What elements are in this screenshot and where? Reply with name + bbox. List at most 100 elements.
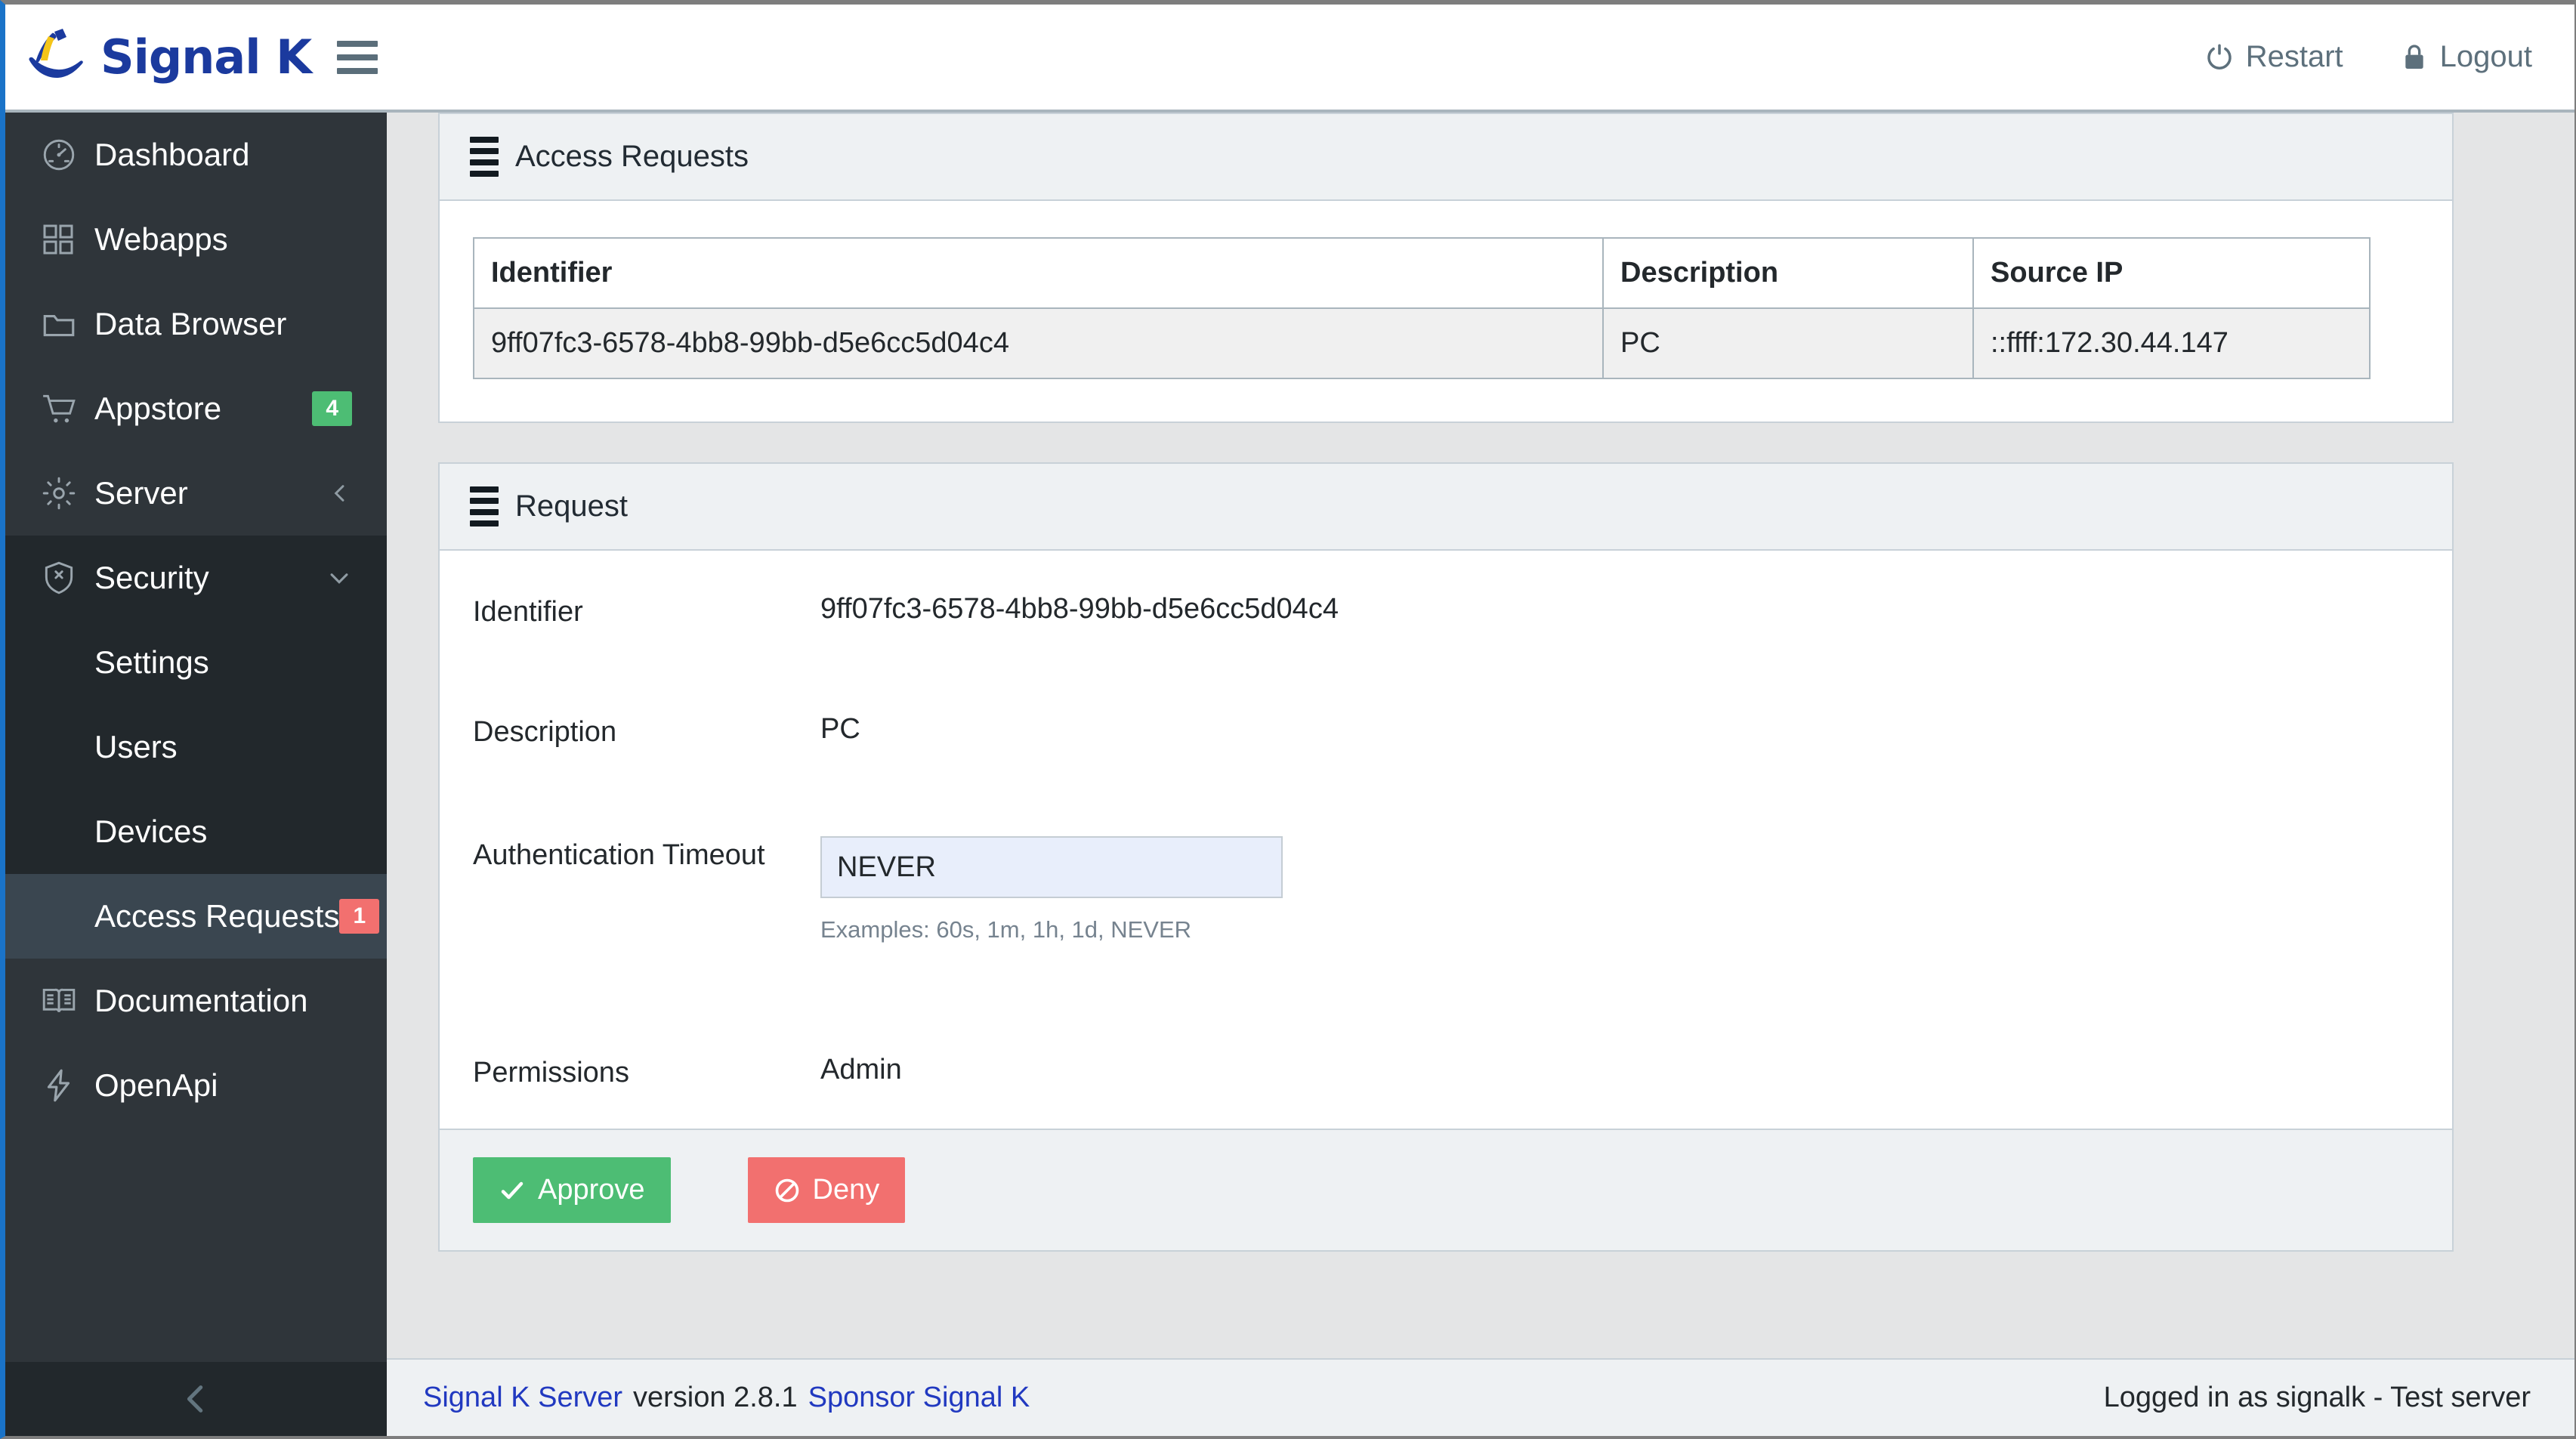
main-area: Access Requests Identifier Description S… xyxy=(387,113,2574,1436)
field-permissions-label: Permissions xyxy=(473,1057,629,1089)
footer-version: version 2.8.1 xyxy=(633,1382,798,1413)
sidebar-item-label: Dashboard xyxy=(94,137,250,172)
sidebar-item-settings[interactable]: Settings xyxy=(5,620,387,705)
sidebar-item-label: Appstore xyxy=(94,391,222,426)
timeout-help-text: Examples: 60s, 1m, 1h, 1d, NEVER xyxy=(820,916,1192,943)
sidebar-item-users[interactable]: Users xyxy=(5,705,387,789)
restart-label: Restart xyxy=(2245,40,2343,73)
power-circle-icon xyxy=(2204,42,2235,73)
sidebar-item-label: Server xyxy=(94,475,188,511)
request-card-title: Request xyxy=(515,489,628,523)
cell-identifier: 9ff07fc3-6578-4bb8-99bb-d5e6cc5d04c4 xyxy=(473,307,1604,379)
book-icon xyxy=(40,982,87,1020)
table-row[interactable]: 9ff07fc3-6578-4bb8-99bb-d5e6cc5d04c4 PC … xyxy=(473,307,2371,379)
lock-icon xyxy=(2399,42,2429,73)
access-requests-card: Access Requests Identifier Description S… xyxy=(438,113,2454,423)
check-icon xyxy=(499,1177,526,1204)
sidebar-item-security[interactable]: Security xyxy=(5,536,387,620)
access-requests-card-header: Access Requests xyxy=(440,114,2452,201)
app-footer: Signal K Server version 2.8.1 Sponsor Si… xyxy=(387,1358,2574,1436)
access-requests-badge: 1 xyxy=(339,898,380,934)
chevron-left-icon xyxy=(328,481,352,505)
folder-icon xyxy=(40,305,87,343)
approve-button[interactable]: Approve xyxy=(473,1157,671,1223)
restart-button[interactable]: Restart xyxy=(2204,40,2343,74)
bolt-icon xyxy=(40,1067,87,1104)
brand-title: Signal K xyxy=(100,29,312,85)
field-description: Description PC xyxy=(473,713,2419,749)
access-requests-card-title: Access Requests xyxy=(515,140,749,173)
access-requests-table: Identifier Description Source IP 9ff07fc… xyxy=(473,237,2371,379)
field-timeout-label: Authentication Timeout xyxy=(473,839,765,871)
request-card-header: Request xyxy=(440,464,2452,551)
field-description-value: PC xyxy=(820,713,860,745)
deny-label: Deny xyxy=(812,1174,880,1206)
field-identifier-value: 9ff07fc3-6578-4bb8-99bb-d5e6cc5d04c4 xyxy=(820,593,1339,625)
gear-icon xyxy=(40,474,87,512)
field-permissions-value: Admin xyxy=(820,1054,902,1085)
sidebar-item-devices[interactable]: Devices xyxy=(5,789,387,874)
sidebar-item-label: Access Requests xyxy=(94,898,340,934)
content: Access Requests Identifier Description S… xyxy=(387,113,2574,1358)
hamburger-menu-icon[interactable] xyxy=(337,40,378,74)
sidebar: Dashboard Webapps Data Browser Appstore … xyxy=(5,113,387,1436)
brand[interactable]: Signal K xyxy=(5,27,312,88)
chevron-down-icon xyxy=(326,565,352,591)
cell-source-ip: ::ffff:172.30.44.147 xyxy=(1972,307,2371,379)
sidebar-security-children: Settings Users Devices Access Requests 1 xyxy=(5,620,387,959)
sidebar-item-appstore[interactable]: Appstore 4 xyxy=(5,366,387,451)
field-permissions: Permissions Admin xyxy=(473,1054,2419,1089)
deny-button[interactable]: Deny xyxy=(747,1157,906,1223)
table-header-row: Identifier Description Source IP xyxy=(473,237,2371,309)
request-card-body: Identifier 9ff07fc3-6578-4bb8-99bb-d5e6c… xyxy=(440,551,2452,1129)
sidebar-item-label: OpenApi xyxy=(94,1067,218,1103)
sidebar-item-label: Settings xyxy=(94,644,209,680)
grid-icon xyxy=(40,221,87,258)
sidebar-nav: Dashboard Webapps Data Browser Appstore … xyxy=(5,113,387,1362)
appstore-badge: 4 xyxy=(312,391,352,427)
approve-label: Approve xyxy=(538,1174,645,1206)
sidebar-item-access-requests[interactable]: Access Requests 1 xyxy=(5,874,387,959)
app-header: Signal K Restart Logout xyxy=(5,5,2574,113)
shield-x-icon xyxy=(40,559,87,597)
authentication-timeout-input[interactable]: NEVER xyxy=(820,836,1283,898)
access-requests-card-body: Identifier Description Source IP 9ff07fc… xyxy=(440,201,2452,422)
sidebar-item-label: Security xyxy=(94,560,209,595)
chevron-left-icon xyxy=(179,1382,214,1416)
footer-sponsor-link[interactable]: Sponsor Signal K xyxy=(808,1382,1030,1414)
request-card: Request Identifier 9ff07fc3-6578-4bb8-99… xyxy=(438,462,2454,1252)
sidebar-item-data-browser[interactable]: Data Browser xyxy=(5,282,387,366)
column-header-source-ip: Source IP xyxy=(1972,237,2371,309)
column-header-identifier: Identifier xyxy=(473,237,1604,309)
field-description-label: Description xyxy=(473,716,617,748)
sidebar-item-label: Users xyxy=(94,729,178,764)
app-body: Dashboard Webapps Data Browser Appstore … xyxy=(5,113,2574,1436)
align-justify-icon xyxy=(470,486,499,527)
sidebar-item-webapps[interactable]: Webapps xyxy=(5,197,387,282)
sidebar-item-server[interactable]: Server xyxy=(5,451,387,536)
logout-label: Logout xyxy=(2439,40,2532,73)
sidebar-minimizer-button[interactable] xyxy=(5,1362,387,1436)
sidebar-item-label: Webapps xyxy=(94,221,228,257)
signalk-boat-logo-icon xyxy=(23,27,93,88)
app-root: Signal K Restart Logout Dashboard Webapp… xyxy=(0,0,2576,1439)
sidebar-item-label: Documentation xyxy=(94,983,308,1018)
speedometer-icon xyxy=(40,136,87,174)
footer-server-link[interactable]: Signal K Server xyxy=(423,1382,622,1414)
cart-icon xyxy=(40,390,87,428)
sidebar-item-label: Data Browser xyxy=(94,306,287,341)
sidebar-item-dashboard[interactable]: Dashboard xyxy=(5,113,387,197)
column-header-description: Description xyxy=(1602,237,1974,309)
cell-description: PC xyxy=(1602,307,1974,379)
footer-login-status: Logged in as signalk - Test server xyxy=(2103,1382,2531,1413)
sidebar-item-documentation[interactable]: Documentation xyxy=(5,959,387,1043)
sidebar-item-openapi[interactable]: OpenApi xyxy=(5,1043,387,1128)
logout-button[interactable]: Logout xyxy=(2399,40,2532,74)
header-actions: Restart Logout xyxy=(2204,40,2574,74)
field-identifier: Identifier 9ff07fc3-6578-4bb8-99bb-d5e6c… xyxy=(473,593,2419,628)
ban-icon xyxy=(774,1177,801,1204)
field-identifier-label: Identifier xyxy=(473,596,583,628)
